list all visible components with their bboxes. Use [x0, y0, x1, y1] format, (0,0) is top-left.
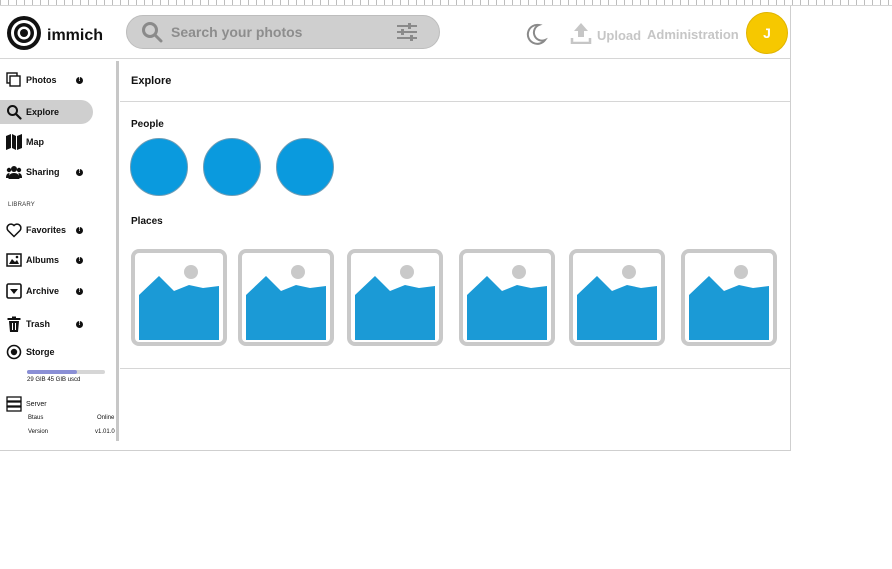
- sidebar-item-label: Explore: [26, 107, 60, 117]
- search-bar[interactable]: [126, 15, 440, 49]
- sidebar-item-label: Favorites: [26, 225, 67, 235]
- top-bar: immich Upload Administrati: [0, 6, 790, 59]
- place-thumbnail[interactable]: [459, 249, 555, 346]
- person-thumbnail[interactable]: [276, 138, 334, 196]
- sidebar-item-label: Photos: [26, 75, 57, 85]
- administration-link[interactable]: Administration: [647, 27, 739, 42]
- storage-usage-text: 29 GIB 45 GIB uscd: [27, 377, 81, 383]
- app-window: immich Upload Administrati: [0, 6, 791, 451]
- user-avatar[interactable]: J: [746, 12, 788, 54]
- page-header: Explore: [120, 59, 790, 102]
- people-icon: [6, 164, 22, 180]
- app-name: immich: [47, 26, 104, 44]
- server-icon: [6, 396, 22, 412]
- place-thumbnail[interactable]: [131, 249, 227, 346]
- sidebar-item-label: Trash: [26, 319, 51, 329]
- server-status-value: Online: [97, 415, 115, 421]
- immich-logo-icon: [6, 15, 42, 56]
- image-placeholder-icon: [139, 265, 219, 340]
- sidebar-item-trash[interactable]: Trash !: [0, 312, 93, 336]
- search-filter-icon[interactable]: [395, 22, 419, 42]
- sidebar-item-label: Archive: [26, 286, 60, 296]
- upload-button[interactable]: Upload: [570, 22, 641, 49]
- sidebar-scrollbar[interactable]: [116, 61, 119, 441]
- app-logo[interactable]: immich: [6, 15, 103, 56]
- image-placeholder-icon: [246, 265, 326, 340]
- image-placeholder-icon: [467, 265, 547, 340]
- library-heading: LIBRARY: [8, 202, 35, 208]
- place-thumbnail[interactable]: [347, 249, 443, 346]
- image-placeholder-icon: [577, 265, 657, 340]
- upload-label: Upload: [597, 28, 642, 43]
- image-placeholder-icon: [355, 265, 435, 340]
- info-icon[interactable]: !: [76, 76, 83, 84]
- sidebar-item-map[interactable]: Map: [0, 130, 93, 154]
- storage-usage-bar: [27, 370, 105, 374]
- server-version-label: Version: [28, 429, 49, 435]
- photos-icon: [6, 72, 22, 88]
- info-icon[interactable]: !: [76, 226, 83, 234]
- sidebar-item-label: Map: [26, 137, 44, 147]
- storage-label: Storge: [26, 347, 55, 357]
- storage-usage-fill: [27, 370, 77, 374]
- info-icon[interactable]: !: [76, 256, 83, 264]
- sidebar-item-label: Sharing: [26, 167, 60, 177]
- heart-icon: [6, 222, 22, 238]
- sidebar-item-archive[interactable]: Archive !: [0, 279, 93, 303]
- sidebar: Photos ! Explore Map Sharing ! LIBRARY F…: [0, 59, 119, 451]
- sidebar-item-server: Server: [0, 392, 93, 416]
- search-icon: [141, 21, 163, 43]
- people-heading[interactable]: People: [131, 119, 164, 130]
- theme-toggle-moon-icon[interactable]: [524, 22, 548, 46]
- person-thumbnail[interactable]: [130, 138, 188, 196]
- sidebar-item-label: Albums: [26, 255, 60, 265]
- sidebar-item-photos[interactable]: Photos !: [0, 68, 93, 92]
- storage-icon: [6, 344, 22, 360]
- map-icon: [6, 134, 22, 150]
- info-icon[interactable]: !: [76, 287, 83, 295]
- archive-icon: [6, 283, 22, 299]
- places-heading[interactable]: Places: [131, 216, 163, 227]
- image-placeholder-icon: [689, 265, 769, 340]
- server-status-label: Btaus: [28, 415, 44, 421]
- place-thumbnail[interactable]: [569, 249, 665, 346]
- image-icon: [6, 252, 22, 268]
- section-divider: [120, 368, 790, 369]
- server-version-value: v1.01.0: [95, 429, 115, 435]
- sidebar-item-sharing[interactable]: Sharing !: [0, 160, 93, 184]
- place-thumbnail[interactable]: [238, 249, 334, 346]
- trash-icon: [6, 316, 22, 332]
- search-input[interactable]: [171, 24, 391, 40]
- place-thumbnail[interactable]: [681, 249, 777, 346]
- person-thumbnail[interactable]: [203, 138, 261, 196]
- info-icon[interactable]: !: [76, 320, 83, 328]
- sidebar-item-albums[interactable]: Albums !: [0, 248, 93, 272]
- sidebar-item-explore[interactable]: Explore: [0, 100, 93, 124]
- sidebar-item-storage: Storge: [0, 340, 93, 364]
- info-icon[interactable]: !: [76, 168, 83, 176]
- page-title: Explore: [131, 75, 172, 87]
- search-icon: [6, 104, 22, 120]
- server-label: Server: [26, 400, 47, 408]
- sidebar-item-favorites[interactable]: Favorites !: [0, 218, 93, 242]
- upload-icon: [570, 22, 592, 49]
